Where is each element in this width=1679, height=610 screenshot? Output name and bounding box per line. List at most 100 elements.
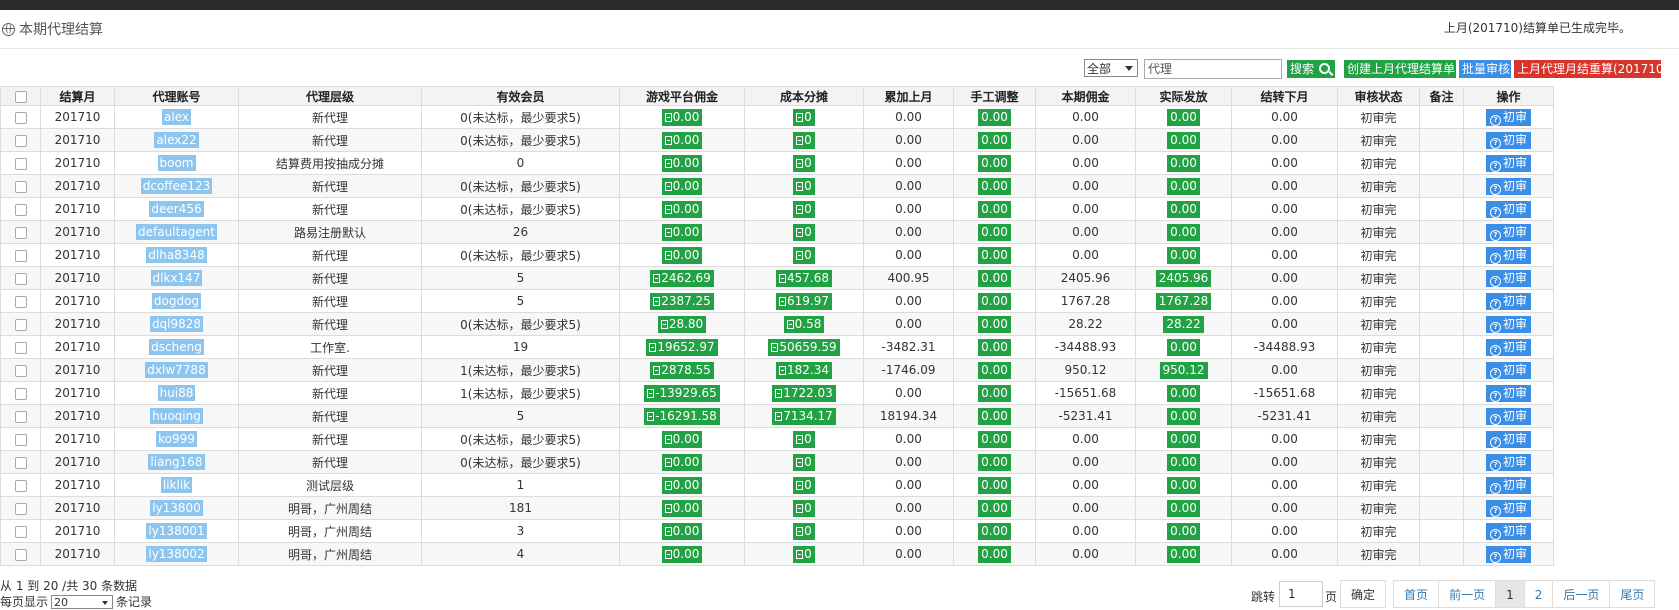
- row-checkbox[interactable]: [14, 180, 27, 193]
- agent-account-link[interactable]: dogdog: [151, 293, 202, 309]
- game-commission-badge[interactable]: 2462.69: [650, 269, 714, 287]
- agent-account-link[interactable]: liang168: [148, 454, 205, 470]
- row-checkbox[interactable]: [14, 111, 27, 124]
- row-checkbox[interactable]: [14, 479, 27, 492]
- game-commission-badge[interactable]: 0.00: [661, 246, 703, 264]
- first-page-button[interactable]: 首页: [1393, 580, 1440, 608]
- select-all-checkbox[interactable]: [14, 90, 27, 103]
- game-commission-badge[interactable]: -16291.58: [644, 407, 720, 425]
- row-checkbox[interactable]: [14, 203, 27, 216]
- row-checkbox[interactable]: [14, 433, 27, 446]
- manual-adjust-badge[interactable]: 0.00: [978, 453, 1011, 471]
- agent-account-link[interactable]: dlkx147: [150, 270, 203, 286]
- col-header[interactable]: 累加上月: [863, 86, 954, 106]
- col-header[interactable]: 游戏平台佣金: [619, 86, 745, 106]
- manual-adjust-badge[interactable]: 0.00: [978, 108, 1011, 126]
- manual-adjust-badge[interactable]: 0.00: [978, 361, 1011, 379]
- cost-share-badge[interactable]: 0: [793, 522, 815, 540]
- review-button[interactable]: ? 初审: [1485, 476, 1531, 494]
- manual-adjust-badge[interactable]: 0.00: [978, 269, 1011, 287]
- agent-account-link[interactable]: ly138001: [146, 523, 207, 539]
- manual-adjust-badge[interactable]: 0.00: [978, 499, 1011, 517]
- search-input[interactable]: 代理: [1144, 59, 1282, 79]
- row-select-cell[interactable]: [0, 220, 41, 244]
- row-checkbox[interactable]: [14, 249, 27, 262]
- agent-account-link[interactable]: dscheng: [149, 339, 204, 355]
- col-header[interactable]: 手工调整: [953, 86, 1036, 106]
- review-button[interactable]: ? 初审: [1485, 545, 1531, 563]
- agent-account-link[interactable]: defaultagent: [136, 224, 217, 240]
- cost-share-badge[interactable]: 50659.59: [768, 338, 840, 356]
- review-button[interactable]: ? 初审: [1485, 453, 1531, 471]
- review-button[interactable]: ? 初审: [1485, 223, 1531, 241]
- game-commission-badge[interactable]: 19652.97: [646, 338, 718, 356]
- game-commission-badge[interactable]: 0.00: [661, 430, 703, 448]
- cost-share-badge[interactable]: 0: [793, 131, 815, 149]
- agent-account-link[interactable]: liklik: [160, 477, 193, 493]
- recalculate-button[interactable]: 上月代理月结重算(201710): [1514, 60, 1668, 78]
- agent-account-link[interactable]: dxlw7788: [145, 362, 208, 378]
- cost-share-badge[interactable]: 0: [793, 108, 815, 126]
- agent-account-link[interactable]: dlha8348: [146, 247, 207, 263]
- game-commission-badge[interactable]: 2387.25: [650, 292, 714, 310]
- agent-account-link[interactable]: alex: [162, 109, 191, 125]
- review-button[interactable]: ? 初审: [1485, 407, 1531, 425]
- review-button[interactable]: ? 初审: [1485, 315, 1531, 333]
- filter-select[interactable]: 全部: [1084, 59, 1138, 77]
- col-header[interactable]: 备注: [1419, 86, 1464, 106]
- review-button[interactable]: ? 初审: [1485, 177, 1531, 195]
- col-header[interactable]: 成本分摊: [744, 86, 864, 106]
- col-header[interactable]: 代理账号: [114, 86, 239, 106]
- cost-share-badge[interactable]: 1722.03: [772, 384, 836, 402]
- game-commission-badge[interactable]: 2878.55: [650, 361, 714, 379]
- game-commission-badge[interactable]: -13929.65: [644, 384, 720, 402]
- agent-account-link[interactable]: alex22: [154, 132, 199, 148]
- agent-account-link[interactable]: ly138002: [146, 546, 207, 562]
- game-commission-badge[interactable]: 0.00: [661, 154, 703, 172]
- jump-confirm-button[interactable]: 确定: [1340, 580, 1387, 608]
- manual-adjust-badge[interactable]: 0.00: [978, 200, 1011, 218]
- cost-share-badge[interactable]: 0: [793, 476, 815, 494]
- review-button[interactable]: ? 初审: [1485, 292, 1531, 310]
- last-page-button[interactable]: 尾页: [1609, 580, 1656, 608]
- row-checkbox[interactable]: [14, 456, 27, 469]
- header-select-all[interactable]: [0, 86, 41, 106]
- game-commission-badge[interactable]: 0.00: [661, 499, 703, 517]
- manual-adjust-badge[interactable]: 0.00: [978, 338, 1011, 356]
- review-button[interactable]: ? 初审: [1485, 246, 1531, 264]
- agent-account-link[interactable]: boom: [157, 155, 196, 171]
- review-button[interactable]: ? 初审: [1485, 269, 1531, 287]
- review-button[interactable]: ? 初审: [1485, 522, 1531, 540]
- agent-account-link[interactable]: hui88: [157, 385, 196, 401]
- manual-adjust-badge[interactable]: 0.00: [978, 430, 1011, 448]
- batch-review-button[interactable]: 批量审核: [1459, 60, 1511, 78]
- col-header[interactable]: 有效会员: [421, 86, 620, 106]
- game-commission-badge[interactable]: 0.00: [661, 522, 703, 540]
- agent-account-link[interactable]: dql9828: [149, 316, 204, 332]
- cost-share-badge[interactable]: 457.68: [776, 269, 832, 287]
- review-button[interactable]: ? 初审: [1485, 338, 1531, 356]
- row-checkbox[interactable]: [14, 548, 27, 561]
- col-header[interactable]: 本期佣金: [1035, 86, 1136, 106]
- cost-share-badge[interactable]: 0: [793, 499, 815, 517]
- review-button[interactable]: ? 初审: [1485, 361, 1531, 379]
- row-checkbox[interactable]: [14, 157, 27, 170]
- game-commission-badge[interactable]: 0.00: [661, 108, 703, 126]
- row-select-cell[interactable]: [0, 381, 41, 405]
- row-select-cell[interactable]: [0, 151, 41, 175]
- row-select-cell[interactable]: [0, 174, 41, 198]
- create-settlement-button[interactable]: 创建上月代理结算单: [1344, 60, 1456, 78]
- row-select-cell[interactable]: [0, 197, 41, 221]
- row-select-cell[interactable]: [0, 358, 41, 382]
- game-commission-badge[interactable]: 0.00: [661, 453, 703, 471]
- row-checkbox[interactable]: [14, 318, 27, 331]
- row-checkbox[interactable]: [14, 295, 27, 308]
- manual-adjust-badge[interactable]: 0.00: [978, 407, 1011, 425]
- manual-adjust-badge[interactable]: 0.00: [978, 476, 1011, 494]
- cost-share-badge[interactable]: 0: [793, 177, 815, 195]
- manual-adjust-badge[interactable]: 0.00: [978, 223, 1011, 241]
- col-header[interactable]: 代理层级: [238, 86, 422, 106]
- review-button[interactable]: ? 初审: [1485, 200, 1531, 218]
- game-commission-badge[interactable]: 0.00: [661, 545, 703, 563]
- game-commission-badge[interactable]: 0.00: [661, 200, 703, 218]
